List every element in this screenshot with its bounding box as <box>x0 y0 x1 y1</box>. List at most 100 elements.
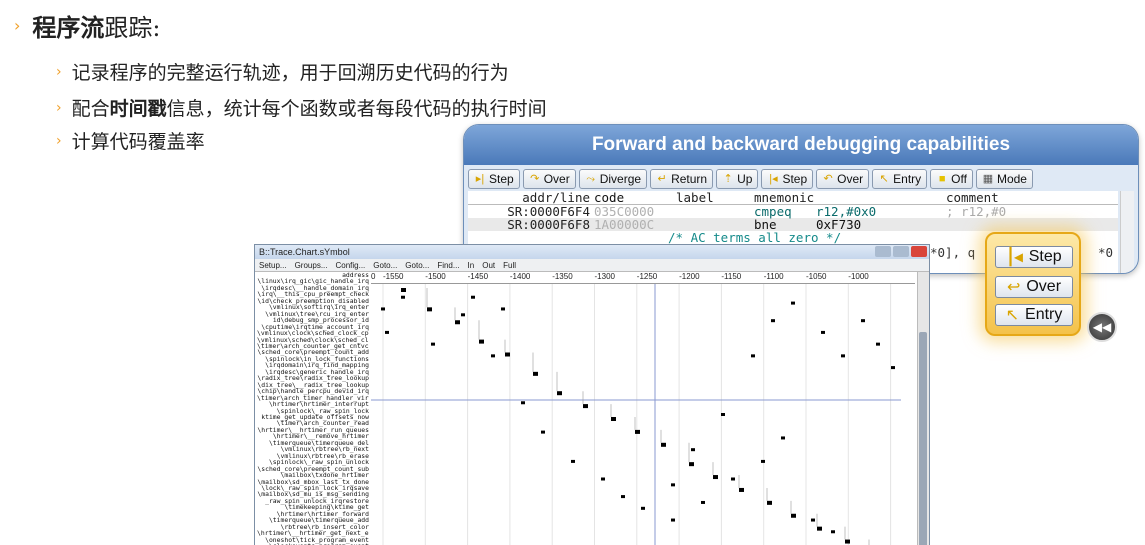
toolbar-button-label: Diverge <box>599 172 642 186</box>
trace-tool-button[interactable]: Goto... <box>373 259 397 271</box>
back-over-label: Over <box>1026 278 1062 295</box>
trace-mark <box>455 320 460 325</box>
partial-code-text: *0], q <box>930 245 976 260</box>
toolbar-back-over-button[interactable]: ↶ Over <box>816 169 870 189</box>
trace-mark <box>611 417 616 421</box>
sub-bullet-1-text: 记录程序的完整运行轨迹，用于回溯历史代码的行为 <box>71 62 509 84</box>
minimize-icon[interactable] <box>875 246 891 257</box>
toolbar-up-button[interactable]: ⇡ Up <box>716 169 759 189</box>
col-comment[interactable]: comment <box>946 191 999 205</box>
col-mnemonic[interactable]: mnemonic <box>754 191 946 205</box>
axis-tick-label: -1250 <box>636 272 658 281</box>
trace-mark <box>505 352 510 357</box>
back-step-button[interactable]: ⎮◂ Step <box>995 246 1073 268</box>
over-icon: ↷ <box>530 173 540 185</box>
back-entry-button[interactable]: ↖ Entry <box>995 304 1073 326</box>
trace-mark <box>781 436 785 440</box>
toolbar-mode-button[interactable]: ▦ Mode <box>975 169 1033 189</box>
symbol-list: address \linux\irq_gic\gic_handle_irq \ir… <box>257 272 369 545</box>
trace-mark <box>689 462 694 467</box>
trace-tool-button[interactable]: Goto... <box>405 259 429 271</box>
trace-toolbar: Setup... Groups... Config... Goto... Goto...… <box>255 259 929 272</box>
sub-bullet-3-text: 计算代码覆盖率 <box>71 131 205 153</box>
code-scrollbar[interactable] <box>1120 191 1134 273</box>
back-entry-label: Entry <box>1025 306 1063 323</box>
trace-mark <box>479 339 484 344</box>
trace-mark <box>601 477 605 481</box>
col-addr[interactable]: addr/line <box>468 191 594 205</box>
trace-mark <box>817 526 822 531</box>
sub-bullet-2-pre: 配合 <box>71 98 110 120</box>
trace-mark <box>461 313 465 317</box>
diverge-icon: ⤳ <box>586 173 596 185</box>
toolbar-back-step-button[interactable]: |◂ Step <box>761 169 814 189</box>
back-step-icon: |◂ <box>769 173 778 185</box>
toolbar-button-label: Mode <box>996 172 1027 186</box>
heading-bold: 程序流 <box>32 13 105 42</box>
toolbar-button-label: Up <box>737 172 753 186</box>
trace-mark <box>491 354 495 358</box>
axis-tick-label: -1300 <box>594 272 615 281</box>
scroll-thumb[interactable] <box>919 332 927 545</box>
row-addr: SR:0000F6F8 <box>507 217 590 232</box>
close-icon[interactable] <box>911 246 927 257</box>
trace-window-titlebar: B::Trace.Chart.sYmbol <box>255 245 929 259</box>
toolbar-over-button[interactable]: ↷ Over <box>522 169 576 189</box>
toolbar-button-label: Step <box>782 172 808 186</box>
trace-mark <box>401 288 406 292</box>
trace-mark <box>739 487 744 492</box>
trace-tool-button[interactable]: Setup... <box>259 259 287 271</box>
back-entry-icon: ↖ <box>1005 307 1020 324</box>
trace-tool-button[interactable]: Config... <box>335 259 365 271</box>
toolbar-return-button[interactable]: ↵ Return <box>650 169 714 189</box>
trace-mark <box>861 319 865 323</box>
trace-tool-button[interactable]: Full <box>503 259 516 271</box>
trace-mark <box>671 483 675 487</box>
maximize-icon[interactable] <box>893 246 909 257</box>
col-label[interactable]: label <box>676 191 754 205</box>
toolbar-step-button[interactable]: ▸| Step <box>468 169 520 189</box>
trace-mark <box>811 518 815 522</box>
toolbar-diverge-button[interactable]: ⤳ Diverge <box>578 169 648 189</box>
trace-body: address \linux\irq_gic\gic_handle_irq \ir… <box>255 272 929 545</box>
trace-mark <box>751 354 755 358</box>
trace-mark <box>635 429 640 434</box>
trace-tool-button[interactable]: In <box>468 259 475 271</box>
axis-tick-label: -1450 <box>467 272 489 281</box>
step-icon: ▸| <box>475 173 485 185</box>
axis-tick-label: -1550 <box>383 272 404 281</box>
trace-plot[interactable] <box>371 284 915 545</box>
up-icon: ⇡ <box>723 173 733 185</box>
sub-bullet-2: › 配合 时间戳 信息，统计每个函数或者每段代码的执行时间 <box>56 94 547 121</box>
sub-bullet-2-bold: 时间戳 <box>109 98 167 120</box>
code-header: addr/line code label mnemonic comment <box>468 191 1118 205</box>
col-code[interactable]: code <box>594 191 676 205</box>
trace-mark <box>533 371 538 376</box>
trace-tool-button[interactable]: Find... <box>437 259 459 271</box>
axis-tick-label: -1200 <box>679 272 700 281</box>
toolbar-button-label: Over <box>543 172 570 186</box>
rewind-icon[interactable]: ◀◀ <box>1087 312 1117 342</box>
trace-mark <box>771 319 775 323</box>
time-axis: 0 -1550 -1500 -1450 -1400 -1350 -1300 -1250 -120… <box>371 272 915 284</box>
trace-mark <box>701 500 705 504</box>
trace-vertical-scrollbar[interactable] <box>917 272 929 545</box>
trace-mark <box>671 518 675 522</box>
trace-tool-button[interactable]: Groups... <box>295 259 328 271</box>
trace-mark <box>661 442 666 447</box>
toolbar-button-label: Step <box>489 172 514 186</box>
toolbar-back-entry-button[interactable]: ↖ Entry <box>872 169 928 189</box>
trace-mark <box>791 513 796 518</box>
trace-tool-button[interactable]: Out <box>482 259 495 271</box>
trace-mark <box>691 448 695 452</box>
sub-bullet-3: › 计算代码覆盖率 <box>56 127 205 154</box>
axis-tick-label: -1000 <box>848 272 869 281</box>
back-over-icon: ↩ <box>1006 279 1021 296</box>
toolbar-off-button[interactable]: ■ Off <box>930 169 973 189</box>
axis-tick-label: -1150 <box>721 272 742 281</box>
heading-bullet: › 程序流 跟踪: <box>14 8 161 43</box>
trace-mark <box>571 459 575 463</box>
back-over-button[interactable]: ↩ Over <box>995 276 1073 298</box>
trace-chart-window: B::Trace.Chart.sYmbol Setup... Groups... C… <box>254 244 930 545</box>
sub-bullet-1: › 记录程序的完整运行轨迹，用于回溯历史代码的行为 <box>56 58 509 85</box>
